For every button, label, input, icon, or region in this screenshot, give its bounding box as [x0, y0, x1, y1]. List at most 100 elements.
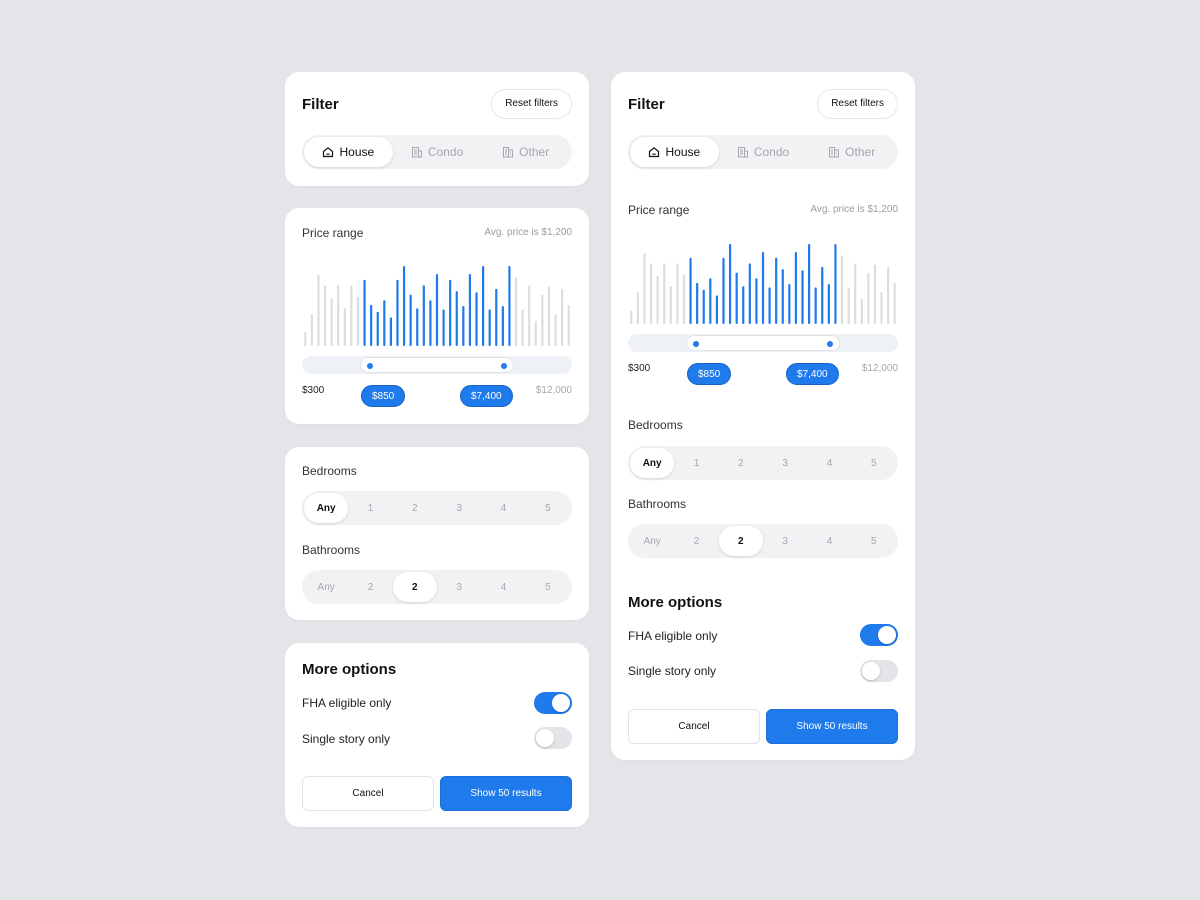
bathrooms-label: Bathrooms: [628, 497, 687, 511]
bedrooms-option[interactable]: 5: [526, 493, 570, 523]
bathrooms-option[interactable]: 2: [392, 572, 437, 602]
price-slider-range: [360, 357, 514, 373]
bathrooms-selector: Any 2 2 3 4 5: [628, 524, 898, 558]
price-slider-max-handle[interactable]: [501, 363, 507, 369]
tab-other[interactable]: Other: [481, 137, 570, 167]
cancel-button[interactable]: Cancel: [628, 709, 760, 744]
price-min-label: $300: [302, 385, 325, 396]
single-story-toggle[interactable]: [534, 727, 572, 749]
fha-toggle[interactable]: [534, 692, 572, 714]
bedrooms-label: Bedrooms: [628, 418, 683, 432]
bedrooms-option[interactable]: 1: [674, 448, 718, 478]
tab-house[interactable]: House: [630, 137, 719, 167]
more-options-title: More options: [628, 594, 723, 611]
price-slider-max-handle[interactable]: [827, 341, 833, 347]
bedrooms-option[interactable]: 3: [763, 448, 807, 478]
rooms-card-left: Bedrooms Any 1 2 3 4 5 Bathrooms Any 2 2 3 4 5: [285, 447, 589, 620]
price-low-value[interactable]: $850: [361, 385, 406, 407]
histogram-bar: [462, 306, 465, 346]
histogram-bar: [880, 292, 883, 324]
histogram-bar: [501, 306, 504, 346]
histogram-bar: [801, 270, 804, 324]
bedrooms-option[interactable]: 2: [393, 493, 437, 523]
histogram-bar: [475, 292, 478, 346]
price-slider-track: [302, 356, 572, 374]
price-histogram: [630, 244, 896, 324]
bathrooms-option[interactable]: Any: [304, 572, 348, 602]
price-high-value[interactable]: $7,400: [460, 385, 513, 407]
bedrooms-option[interactable]: 4: [481, 493, 525, 523]
house-icon: [323, 147, 334, 158]
show-results-button[interactable]: Show 50 results: [440, 776, 572, 811]
bathrooms-option[interactable]: 2: [674, 526, 718, 556]
bathrooms-option[interactable]: 4: [481, 572, 525, 602]
tab-house[interactable]: House: [304, 137, 393, 167]
histogram-bar: [649, 263, 653, 324]
histogram-bar: [643, 253, 646, 324]
bathrooms-option[interactable]: 3: [437, 572, 481, 602]
histogram-bar: [768, 287, 771, 324]
single-story-toggle[interactable]: [860, 660, 898, 682]
filter-title: Filter: [628, 96, 665, 113]
bedrooms-option[interactable]: 4: [807, 448, 851, 478]
histogram-bar: [561, 288, 564, 346]
histogram-bar: [389, 317, 392, 346]
histogram-bar: [495, 288, 498, 346]
bedrooms-option[interactable]: 1: [348, 493, 392, 523]
fha-label: FHA eligible only: [302, 696, 392, 710]
tab-other[interactable]: Other: [807, 137, 896, 167]
bedrooms-label: Bedrooms: [302, 464, 357, 478]
bedrooms-option[interactable]: Any: [304, 493, 349, 523]
bedrooms-option[interactable]: 3: [437, 493, 481, 523]
histogram-bar: [873, 264, 877, 324]
histogram-bar: [709, 278, 712, 324]
bathrooms-option[interactable]: 2: [348, 572, 392, 602]
price-high-value[interactable]: $7,400: [786, 363, 839, 385]
bathrooms-option[interactable]: 3: [763, 526, 807, 556]
bathrooms-option[interactable]: 5: [852, 526, 896, 556]
price-slider-min-handle[interactable]: [367, 363, 373, 369]
more-options-title: More options: [302, 661, 397, 678]
more-options-card-left: More options FHA eligible only Single st…: [285, 643, 589, 827]
bedrooms-option[interactable]: 5: [852, 448, 896, 478]
fha-toggle[interactable]: [860, 624, 898, 646]
filter-title: Filter: [302, 96, 339, 113]
histogram-bar: [761, 252, 765, 324]
bedrooms-option[interactable]: 2: [719, 448, 763, 478]
price-slider-min-handle[interactable]: [693, 341, 699, 347]
bathrooms-option[interactable]: 5: [526, 572, 570, 602]
histogram-bar: [715, 295, 718, 324]
histogram-bar: [630, 310, 633, 324]
bathrooms-label: Bathrooms: [302, 543, 361, 557]
histogram-bar: [376, 311, 379, 346]
histogram-bar: [547, 286, 551, 346]
histogram-bar: [682, 274, 686, 324]
price-range-label: Price range: [302, 226, 364, 240]
price-max-label: $12,000: [535, 385, 572, 396]
cancel-button[interactable]: Cancel: [302, 776, 434, 811]
reset-filters-button[interactable]: Reset filters: [491, 89, 572, 119]
show-results-button[interactable]: Show 50 results: [766, 709, 898, 744]
histogram-bar: [676, 263, 679, 324]
tab-condo[interactable]: Condo: [393, 137, 482, 167]
building-icon: [737, 147, 748, 158]
property-type-selector: House Condo Other: [628, 135, 898, 169]
bathrooms-option[interactable]: Any: [630, 526, 674, 556]
histogram-bar: [521, 309, 524, 346]
price-low-value[interactable]: $850: [687, 363, 732, 385]
histogram-bar: [468, 274, 472, 346]
histogram-bar: [304, 332, 307, 346]
property-type-selector: House Condo Other: [302, 135, 572, 169]
histogram-bar: [788, 284, 791, 324]
single-story-label: Single story only: [628, 664, 717, 678]
price-max-label: $12,000: [861, 363, 898, 374]
histogram-bar: [794, 252, 798, 324]
histogram-bar: [663, 263, 666, 324]
bedrooms-option[interactable]: Any: [630, 448, 675, 478]
histogram-bar: [781, 269, 784, 324]
histogram-bar: [702, 289, 705, 324]
reset-filters-button[interactable]: Reset filters: [817, 89, 898, 119]
bathrooms-option[interactable]: 2: [718, 526, 763, 556]
bathrooms-option[interactable]: 4: [807, 526, 851, 556]
tab-condo[interactable]: Condo: [719, 137, 808, 167]
